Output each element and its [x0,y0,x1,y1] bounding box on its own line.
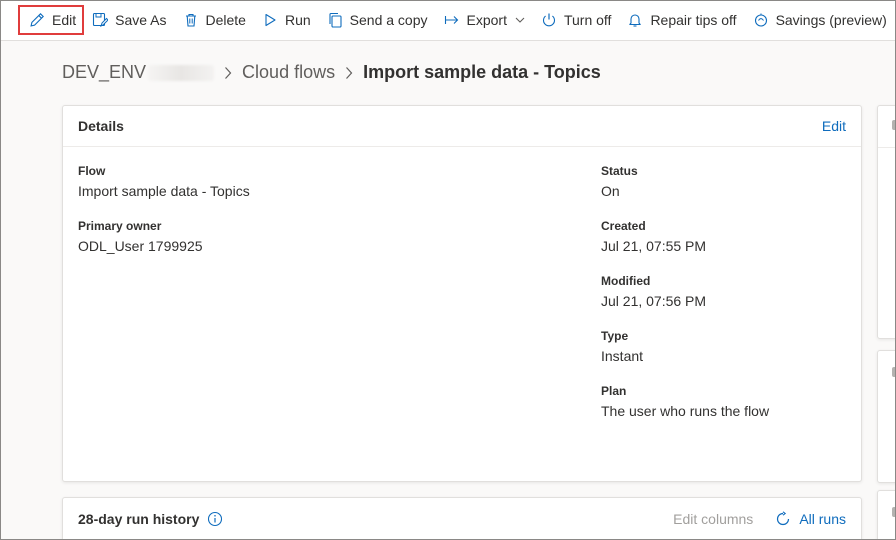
chevron-right-icon [224,66,232,80]
field-label: Modified [601,274,651,288]
trash-icon [183,12,199,28]
run-history-actions: Edit columns All runs [673,511,846,527]
details-title: Details [78,118,124,134]
field-label: Status [601,164,638,178]
export-menu[interactable]: Export [436,5,533,35]
field-label: Created [601,219,646,233]
breadcrumb-cloud-flows[interactable]: Cloud flows [242,62,335,83]
field-plan: Plan The user who runs the flow [601,384,769,419]
side-card-icon [892,367,896,377]
field-created: Created Jul 21, 07:55 PM [601,219,769,254]
power-icon [541,12,557,28]
save-as-label: Save As [115,12,167,28]
field-value: Jul 21, 07:56 PM [601,293,707,309]
run-history-title: 28-day run history [78,510,200,527]
field-type: Type Instant [601,329,769,364]
details-card: Details Edit Flow Import sample data - T… [62,105,862,482]
field-label: Plan [601,384,627,398]
send-copy-label: Send a copy [349,12,428,28]
chevron-right-icon [345,66,353,80]
field-label: Primary owner [78,219,162,233]
side-card-connections [877,105,896,339]
field-value: ODL_User 1799925 [78,238,203,254]
side-card-icon [892,120,896,130]
command-bar: Edit Save As Delete Run Send a copy Expo… [0,0,896,41]
repair-tips-button[interactable]: Repair tips off [619,5,744,35]
delete-button[interactable]: Delete [175,5,254,35]
redacted-environment-suffix [148,64,215,81]
delete-label: Delete [205,12,246,28]
export-label: Export [466,12,507,28]
run-history-header: 28-day run history Edit columns All runs [63,498,861,539]
run-history-title-group: 28-day run history [78,511,223,527]
copy-icon [327,12,343,28]
field-value: The user who runs the flow [601,403,770,419]
field-label: Type [601,329,629,343]
side-card-run-only-users [877,490,896,540]
page-title: Import sample data - Topics [363,62,601,82]
field-modified: Modified Jul 21, 07:56 PM [601,274,769,309]
repair-tips-label: Repair tips off [650,12,737,28]
field-primary-owner: Primary owner ODL_User 1799925 [78,219,250,254]
breadcrumb: DEV_ENV Cloud flows Import sample data -… [62,62,601,83]
breadcrumb-environment[interactable]: DEV_ENV [62,62,146,83]
all-runs-button[interactable]: All runs [775,511,846,527]
refresh-icon [775,510,791,527]
edit-button[interactable]: Edit [18,5,85,35]
edit-label: Edit [52,12,77,28]
details-header: Details Edit [63,106,861,147]
side-card-divider [878,147,896,148]
all-runs-label: All runs [799,510,846,527]
field-value: On [601,183,620,199]
field-value: Import sample data - Topics [78,183,250,199]
details-left-column: Flow Import sample data - Topics Primary… [78,164,250,274]
details-right-column: Status On Created Jul 21, 07:55 PM Modif… [601,164,769,439]
field-flow: Flow Import sample data - Topics [78,164,250,199]
edit-columns-button[interactable]: Edit columns [673,511,753,527]
field-status: Status On [601,164,769,199]
field-label: Flow [78,164,106,178]
pencil-icon [29,12,45,28]
save-as-icon [92,12,109,28]
run-history-card: 28-day run history Edit columns All runs [62,497,862,540]
details-edit-link[interactable]: Edit [822,118,846,134]
info-icon[interactable] [207,511,223,527]
save-as-button[interactable]: Save As [84,5,174,35]
savings-icon [753,12,769,28]
side-card-owners [877,350,896,483]
field-value: Jul 21, 07:55 PM [601,238,707,254]
savings-button[interactable]: Savings (preview) [745,5,895,35]
turn-off-label: Turn off [563,12,612,28]
play-icon [262,12,278,28]
run-button[interactable]: Run [254,5,319,35]
chevron-down-icon [515,15,525,25]
field-value: Instant [601,348,644,364]
side-card-icon [892,507,896,517]
send-copy-button[interactable]: Send a copy [319,5,436,35]
export-arrow-icon [444,12,460,28]
turn-off-button[interactable]: Turn off [533,5,619,35]
bell-icon [627,12,643,28]
run-label: Run [284,12,311,28]
savings-label: Savings (preview) [775,12,887,28]
